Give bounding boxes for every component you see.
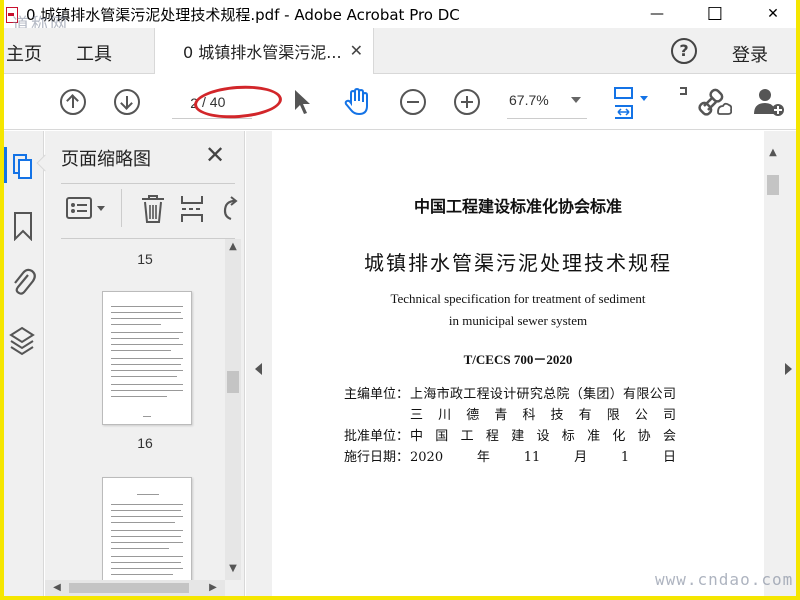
scroll-down-icon[interactable]: ▼ — [225, 563, 241, 574]
fit-page-icon[interactable] — [612, 86, 656, 120]
zoom-out-icon[interactable] — [400, 89, 426, 115]
document-title-en-line1: Technical specification for treatment of… — [390, 291, 646, 306]
maximize-button[interactable]: ☐ — [692, 0, 738, 28]
meta-value: 三川德青科技有限公司 — [410, 408, 676, 423]
meta-label: 主编单位： — [344, 387, 410, 402]
hscrollbar-thumb[interactable] — [69, 583, 189, 593]
layers-icon[interactable] — [8, 325, 36, 357]
navigation-rail — [4, 131, 44, 596]
document-view: 中国工程建设标准化协会标准 城镇排水管渠污泥处理技术规程 Technical s… — [272, 131, 796, 596]
acrobat-window: 0 城镇排水管渠污泥处理技术规程.pdf - Adobe Acrobat Pro… — [4, 0, 796, 596]
meta-row: 施行日期：2020年11月1日 — [344, 446, 676, 465]
right-panel-toggle[interactable] — [782, 131, 796, 596]
tab-bar: 主页 工具 0 城镇排水管渠污泥... ✕ ? 登录 — [4, 28, 796, 74]
share-link-icon[interactable] — [698, 86, 732, 118]
toolbar: / 40 67.7% — [4, 74, 796, 130]
close-tab-icon[interactable]: ✕ — [350, 41, 363, 60]
meta-row: 三川德青科技有限公司 — [344, 404, 676, 423]
meta-row: 批准单位：中国工程建设标准化协会 — [344, 425, 676, 444]
scrollbar-thumb[interactable] — [227, 371, 239, 393]
document-scrollbar[interactable]: ▲ — [764, 131, 782, 596]
delete-page-icon[interactable] — [139, 193, 167, 225]
add-user-icon[interactable] — [752, 86, 786, 118]
thumbnail-label: 15 — [137, 251, 153, 267]
toolbar-divider — [121, 189, 122, 227]
next-page-icon[interactable] — [114, 89, 140, 115]
previous-page-icon[interactable] — [60, 89, 86, 115]
help-icon[interactable]: ? — [671, 38, 697, 64]
bookmark-icon[interactable] — [12, 211, 34, 241]
thumbnail-panel: 页面缩略图 ✕ 15 16 ▲ ▼ ◀ ▶ — [36, 131, 245, 596]
standard-code: T/CECS 700－2020 — [463, 352, 573, 367]
close-panel-icon[interactable]: ✕ — [205, 141, 225, 169]
thumbnail-scrollbar[interactable]: ▲ ▼ — [225, 239, 241, 580]
zoom-value: 67.7% — [509, 92, 549, 108]
insert-page-icon[interactable] — [179, 193, 207, 225]
scrollbar-thumb[interactable] — [767, 175, 779, 195]
collapse-panel-icon[interactable] — [255, 363, 262, 375]
thumbnail-options-icon[interactable] — [65, 195, 111, 221]
scroll-up-icon[interactable]: ▲ — [225, 241, 241, 252]
window-title: 0 城镇排水管渠污泥处理技术规程.pdf - Adobe Acrobat Pro… — [26, 5, 460, 24]
document-title-cn: 城镇排水管渠污泥处理技术规程 — [364, 251, 672, 275]
more-tools-icon[interactable] — [678, 86, 688, 100]
thumbnail-list: 15 16 ▲ ▼ ◀ ▶ — [45, 239, 245, 596]
meta-value: 上海市政工程设计研究总院（集团）有限公司 — [410, 387, 676, 402]
meta-row: 主编单位：上海市政工程设计研究总院（集团）有限公司 — [344, 383, 676, 402]
tab-tools[interactable]: 工具 — [76, 40, 112, 66]
panel-title: 页面缩略图 — [61, 149, 151, 170]
chevron-down-icon — [571, 97, 581, 103]
title-bar: 0 城镇排水管渠污泥处理技术规程.pdf - Adobe Acrobat Pro… — [4, 0, 796, 28]
thumbnail-page[interactable] — [102, 477, 192, 596]
document-title-en-line2: in municipal sewer system — [448, 313, 588, 328]
rotate-page-icon[interactable] — [221, 195, 239, 223]
tab-document-label: 0 城镇排水管渠污泥... — [183, 43, 342, 62]
scroll-up-icon[interactable]: ▲ — [765, 147, 781, 158]
meta-label: 批准单位： — [344, 429, 410, 444]
zoom-select[interactable]: 67.7% — [509, 92, 585, 114]
meta-value: 2020年11月1日 — [410, 450, 676, 465]
close-window-button[interactable]: ✕ — [750, 0, 796, 28]
panel-splitter[interactable] — [246, 131, 272, 596]
org-standard-heading: 中国工程建设标准化协会标准 — [413, 197, 622, 216]
scroll-right-icon[interactable]: ▶ — [205, 582, 221, 593]
page-input-underline — [172, 118, 252, 119]
login-button[interactable]: 登录 — [732, 41, 768, 67]
red-annotation-oval — [192, 82, 284, 122]
expand-right-panel-icon[interactable] — [785, 363, 792, 375]
active-rail-indicator — [4, 147, 7, 183]
page-thumbnails-icon[interactable] — [10, 151, 36, 181]
pdf-file-icon — [6, 5, 20, 23]
thumbnail-hscrollbar[interactable]: ◀ ▶ — [45, 580, 225, 596]
tab-home[interactable]: 主页 — [6, 40, 42, 66]
minimize-button[interactable]: — — [634, 0, 680, 28]
hand-tool-icon[interactable] — [342, 86, 374, 118]
thumbnail-page[interactable] — [102, 291, 192, 425]
tab-document[interactable]: 0 城镇排水管渠污泥... ✕ — [154, 28, 374, 74]
thumbnail-label: 16 — [137, 435, 153, 451]
meta-value: 中国工程建设标准化协会 — [410, 429, 676, 444]
zoom-underline — [507, 118, 587, 119]
zoom-in-icon[interactable] — [454, 89, 480, 115]
attachment-icon[interactable] — [10, 265, 36, 297]
scroll-left-icon[interactable]: ◀ — [49, 582, 65, 593]
meta-label: 施行日期： — [344, 450, 410, 465]
select-cursor-icon[interactable] — [292, 88, 312, 116]
panel-divider — [61, 183, 235, 184]
